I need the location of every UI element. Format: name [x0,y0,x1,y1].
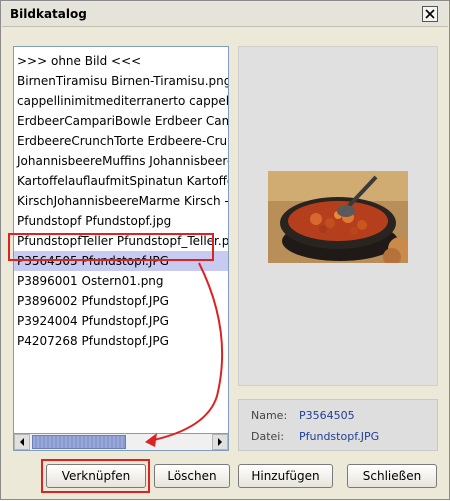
bildkatalog-window: Bildkatalog >>> ohne Bild <<< BirnenTiram… [0,0,450,500]
list-item[interactable]: P4207268 Pfundstopf.JPG [14,331,228,351]
title-bar[interactable]: Bildkatalog [2,2,448,27]
list-item[interactable]: JohannisbeereMuffins Johannisbeere Muffi… [14,151,228,171]
list-item[interactable]: P3564505 Pfundstopf.JPG [14,251,228,271]
list-item[interactable]: ErdbeereCrunchTorte Erdbeere-Crunch-Tort… [14,131,228,151]
window-title: Bildkatalog [10,7,87,21]
list-item[interactable]: KirschJohannisbeereMarme Kirsch - Johann… [14,191,228,211]
list-item[interactable]: P3896001 Ostern01.png [14,271,228,291]
list-item[interactable]: PfundstopfTeller Pfundstopf_Teller.png [14,231,228,251]
list-item[interactable]: Pfundstopf Pfundstopf.jpg [14,211,228,231]
image-preview-panel [238,46,438,386]
list-item[interactable]: BirnenTiramisu Birnen-Tiramisu.png [14,71,228,91]
list-item[interactable]: >>> ohne Bild <<< [14,51,228,71]
name-label: Name: [251,409,288,422]
list-item[interactable]: cappellinimitmediterranerto cappellini m… [14,91,228,111]
arrow-right-icon [218,438,222,446]
close-icon [425,9,435,19]
delete-button[interactable]: Löschen [154,464,230,488]
scroll-left-button[interactable] [14,434,30,450]
image-info-panel: Name: P3564505 Datei: Pfundstopf.JPG [238,399,438,451]
file-label: Datei: [251,430,285,443]
file-value: Pfundstopf.JPG [299,430,380,443]
list-item[interactable]: ErdbeerCampariBowle Erdbeer Campari [14,111,228,131]
image-list[interactable]: >>> ohne Bild <<< BirnenTiramisu Birnen-T… [13,46,229,451]
name-value: P3564505 [299,409,355,422]
scroll-right-button[interactable] [212,434,228,450]
link-button[interactable]: Verknüpfen [46,464,146,488]
close-window-button[interactable] [422,6,438,22]
arrow-left-icon [20,438,24,446]
add-button[interactable]: Hinzufügen [238,464,333,488]
list-item[interactable]: P3924004 Pfundstopf.JPG [14,311,228,331]
stew-pot-image [268,171,408,263]
scroll-thumb[interactable] [32,435,126,449]
list-item[interactable]: P3896002 Pfundstopf.JPG [14,291,228,311]
horizontal-scrollbar[interactable] [13,433,229,451]
close-button[interactable]: Schließen [347,464,437,488]
list-item[interactable]: KartoffelauflaufmitSpinatun Kartoffelauf… [14,171,228,191]
